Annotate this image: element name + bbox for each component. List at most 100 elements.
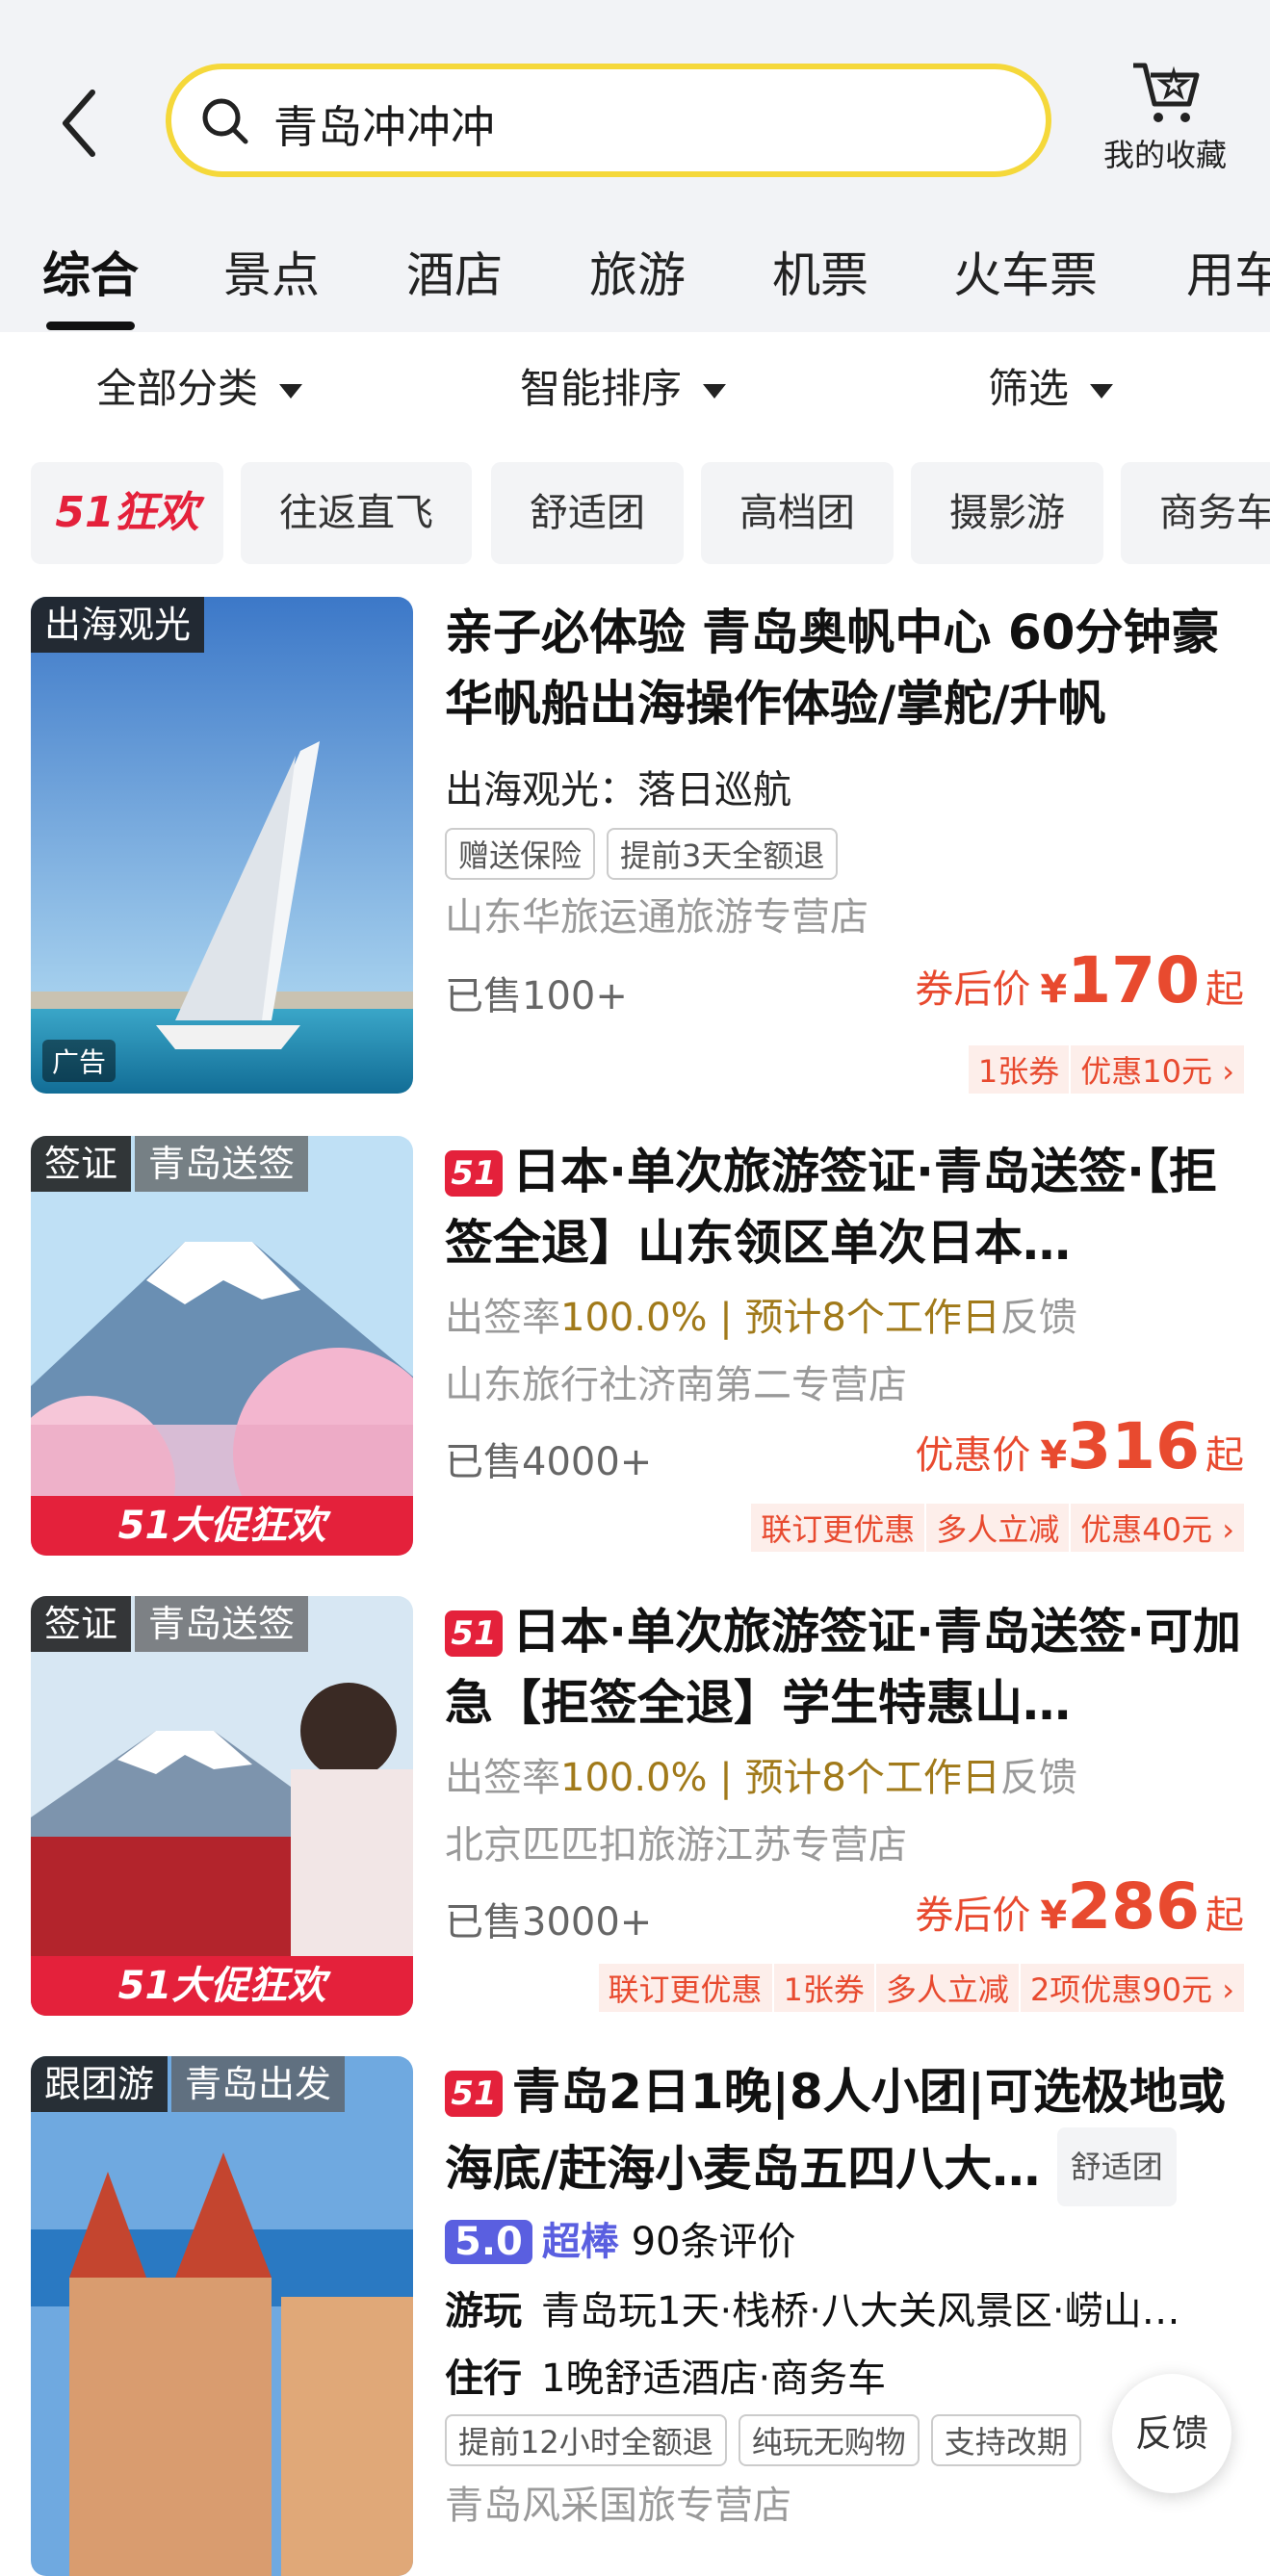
service-pills: 提前12小时全额退 纯玩无购物 支持改期 [445, 2414, 1093, 2466]
rate-label: 出签率 [445, 1296, 560, 1340]
chip-photo-tour[interactable]: 摄影游 [911, 462, 1103, 564]
currency: ¥ [1040, 967, 1068, 1012]
search-bar[interactable]: 青岛冲冲冲 [166, 64, 1051, 177]
filter-sort-label: 智能排序 [520, 365, 683, 412]
tab-trains[interactable]: 火车票 [953, 237, 1098, 306]
filter-screen-label: 筛选 [988, 365, 1070, 412]
badge-51: 51 [445, 1150, 503, 1197]
rate-value: 100.0% [560, 1296, 708, 1340]
product-title-text: 日本·单次旅游签证·青岛送签·可加急【拒签全退】学生特惠山… [445, 1604, 1241, 1731]
sold-count: 已售100+ [445, 974, 628, 1018]
price-suffix: 起 [1205, 1893, 1244, 1938]
filter-screen[interactable]: 筛选 [988, 356, 1114, 415]
stay-row: 住行 1晚舒适酒店·商务车 [445, 2347, 886, 2403]
pill: 提前3天全额退 [607, 828, 839, 880]
currency: ¥ [1040, 1893, 1068, 1938]
coupon: 优惠10元 › [1071, 1045, 1244, 1094]
rate-value: 100.0% [560, 1756, 708, 1800]
search-input[interactable]: 青岛冲冲冲 [273, 92, 495, 156]
badge-51: 51 [445, 1610, 503, 1657]
shop-name[interactable]: 山东华旅运通旅游专营店 [445, 886, 868, 941]
rating-row[interactable]: 5.0 超棒 90条评价 [445, 2210, 795, 2266]
active-tab-indicator [46, 322, 135, 330]
product-info: 亲子必体验 青岛奥帆中心 60分钟豪华帆船出海操作体验/掌舵/升帆 出海观光：落… [445, 597, 1244, 1094]
coupon: 1张券 [773, 1964, 874, 2012]
days-suffix: 反馈 [999, 1296, 1077, 1340]
stay-label: 住行 [445, 2357, 522, 2401]
visa-rate-row: 出签率100.0% | 预计8个工作日反馈 [445, 1286, 1077, 1342]
currency: ¥ [1040, 1433, 1068, 1478]
promo-banner: 51大促狂欢 [31, 1496, 413, 1556]
product-image: 跟团游 青岛出发 [31, 2056, 413, 2576]
back-icon[interactable] [56, 85, 102, 162]
product-tag-secondary: 青岛出发 [171, 2056, 346, 2112]
result-card[interactable]: 签证 青岛送签 51大促狂欢 51 日本·单次旅游签证·青岛送签·【拒签全退】山东… [0, 1136, 1270, 1559]
coupon: 联订更优惠 [598, 1964, 772, 2012]
product-info: 51 日本·单次旅游签证·青岛送签·【拒签全退】山东领区单次日本… 出签率100.… [445, 1136, 1244, 1552]
product-title: 51 日本·单次旅游签证·青岛送签·可加急【拒签全退】学生特惠山… [445, 1596, 1244, 1739]
caret-down-icon [279, 384, 303, 399]
search-icon [202, 98, 248, 144]
filter-sort[interactable]: 智能排序 [520, 356, 727, 415]
favorites-button[interactable]: 我的收藏 [1088, 58, 1242, 193]
tab-hotels[interactable]: 酒店 [406, 237, 503, 306]
ad-label: 广告 [42, 1040, 117, 1082]
chip-direct-flight[interactable]: 往返直飞 [241, 462, 472, 564]
coupon-row[interactable]: 联订更优惠 多人立减 优惠40元 › [749, 1504, 1244, 1552]
price: 券后价 ¥286 起 [915, 1869, 1244, 1944]
price-suffix: 起 [1205, 967, 1244, 1012]
price-label: 券后价 [915, 1893, 1031, 1938]
stay-detail: 1晚舒适酒店·商务车 [541, 2357, 887, 2401]
result-card[interactable]: 签证 青岛送签 51大促狂欢 51 日本·单次旅游签证·青岛送签·可加急【拒签全退… [0, 1596, 1270, 2020]
coupon: 1张券 [968, 1045, 1070, 1094]
pill: 纯玩无购物 [738, 2414, 920, 2466]
play-detail: 青岛玩1天·栈桥·八大关风景区·崂山… [541, 2289, 1180, 2333]
chip-51[interactable]: 51狂欢 [31, 462, 223, 564]
coupon-row[interactable]: 联订更优惠 1张券 多人立减 2项优惠90元 › [597, 1964, 1244, 2012]
favorites-label: 我的收藏 [1102, 137, 1227, 173]
filter-category-label: 全部分类 [96, 365, 259, 412]
tab-attractions[interactable]: 景点 [223, 237, 320, 306]
price: 优惠价 ¥316 起 [915, 1409, 1244, 1483]
product-tag: 签证 [31, 1136, 132, 1192]
days-suffix: 反馈 [999, 1756, 1077, 1800]
product-tag: 出海观光 [31, 597, 205, 653]
sold-count: 已售3000+ [445, 1900, 653, 1945]
product-title: 51 青岛2日1晚|8人小团|可选极地或海底/赶海小麦岛五四八大… 舒适团 [445, 2056, 1244, 2206]
separator: | [707, 1756, 745, 1800]
result-card[interactable]: 跟团游 青岛出发 51 青岛2日1晚|8人小团|可选极地或海底/赶海小麦岛五四八大… [0, 2056, 1270, 2576]
visa-rate-row: 出签率100.0% | 预计8个工作日反馈 [445, 1746, 1077, 1802]
tab-flights[interactable]: 机票 [772, 237, 868, 306]
shop-name[interactable]: 青岛风采国旅专营店 [445, 2474, 791, 2530]
shop-name[interactable]: 山东旅行社济南第二专营店 [445, 1353, 907, 1409]
product-subtitle: 出海观光：落日巡航 [445, 768, 791, 812]
filter-category[interactable]: 全部分类 [96, 356, 303, 415]
processing-days: 预计8个工作日 [744, 1756, 1000, 1800]
tab-car[interactable]: 用车 [1186, 237, 1270, 306]
coupon: 多人立减 [875, 1964, 1019, 2012]
coupon: 联订更优惠 [751, 1504, 925, 1552]
chip-premium-group[interactable]: 高档团 [701, 462, 894, 564]
pill: 支持改期 [930, 2414, 1081, 2466]
chip-comfort-group[interactable]: 舒适团 [491, 462, 684, 564]
coupon-row[interactable]: 1张券 优惠10元 › [967, 1045, 1244, 1094]
price-suffix: 起 [1205, 1433, 1244, 1478]
separator: | [707, 1296, 745, 1340]
cart-star-icon [1133, 63, 1200, 122]
shop-name[interactable]: 北京匹匹扣旅游江苏专营店 [445, 1814, 907, 1869]
caret-down-icon [703, 384, 727, 399]
result-card[interactable]: 出海观光 广告 亲子必体验 青岛奥帆中心 60分钟豪华帆船出海操作体验/掌舵/升… [0, 597, 1270, 1097]
product-title: 51 日本·单次旅游签证·青岛送签·【拒签全退】山东领区单次日本… [445, 1136, 1244, 1278]
tab-all[interactable]: 综合 [42, 237, 139, 306]
caret-down-icon [1090, 384, 1114, 399]
product-info: 51 日本·单次旅游签证·青岛送签·可加急【拒签全退】学生特惠山… 出签率100.… [445, 1596, 1244, 2012]
feedback-button[interactable]: 反馈 [1112, 2374, 1231, 2493]
pill: 提前12小时全额退 [445, 2414, 727, 2466]
tab-travel[interactable]: 旅游 [589, 237, 686, 306]
price-value: 316 [1067, 1409, 1200, 1483]
itinerary-row: 游玩 青岛玩1天·栈桥·八大关风景区·崂山… [445, 2280, 1180, 2335]
service-pills: 赠送保险 提前3天全额退 [445, 828, 849, 880]
product-tag: 签证 [31, 1596, 132, 1652]
price-label: 券后价 [915, 967, 1031, 1012]
chip-business-car[interactable]: 商务车 [1121, 462, 1270, 564]
